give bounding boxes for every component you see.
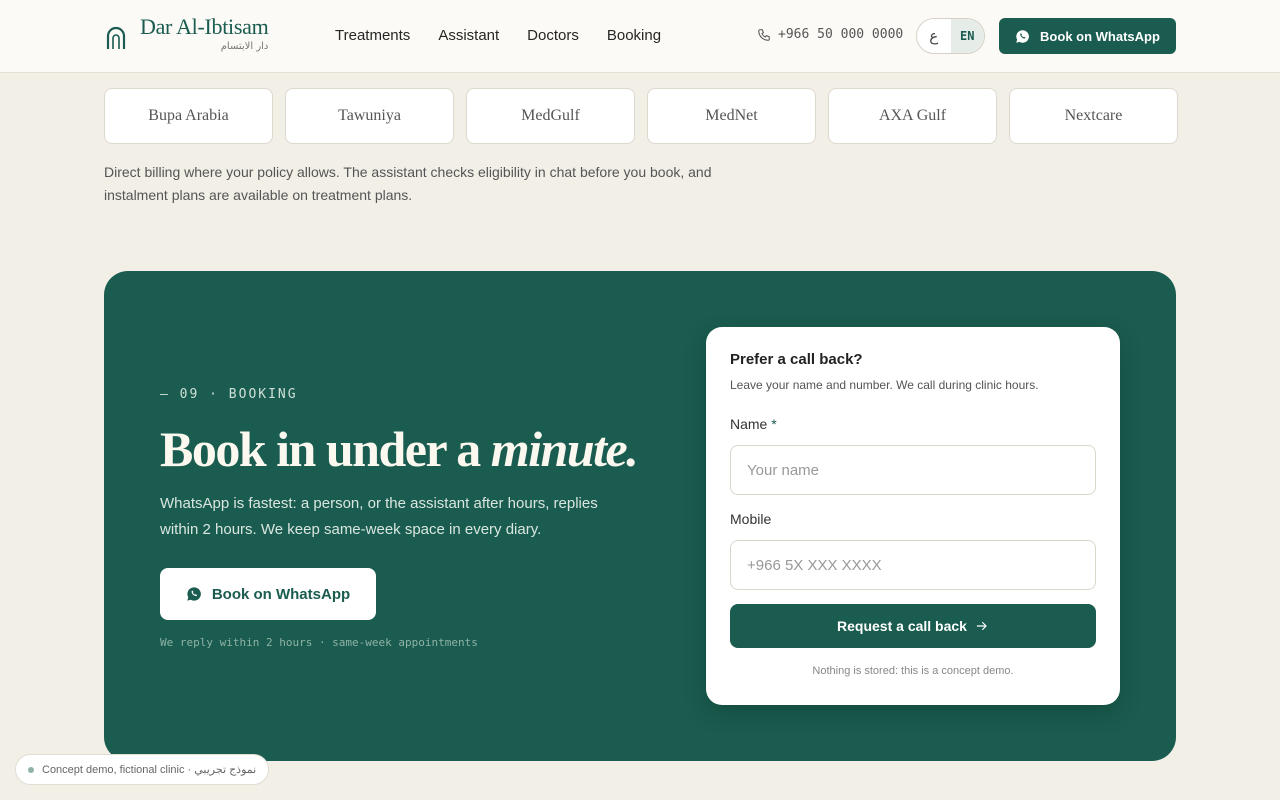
booking-lede: WhatsApp is fastest: a person, or the as… xyxy=(160,495,598,538)
phone-number: +966 50 000 0000 xyxy=(778,27,904,42)
request-callback-button[interactable]: Request a call back xyxy=(730,604,1096,648)
nav-item-assistant[interactable]: Assistant xyxy=(438,26,499,46)
name-label: Name * xyxy=(730,416,777,432)
callback-form: Prefer a call back? Leave your name and … xyxy=(706,327,1120,705)
header-whatsapp-button[interactable]: Book on WhatsApp xyxy=(999,18,1176,54)
brand-name: Dar Al-Ibtisam xyxy=(140,14,269,39)
nav-item-booking[interactable]: Booking xyxy=(607,26,661,46)
section-eyebrow: — 09 · BOOKING xyxy=(160,387,298,402)
headline-emphasis: minute. xyxy=(490,421,639,477)
booking-headline: Book in under a minute. xyxy=(160,419,639,479)
lang-option-english[interactable]: EN xyxy=(950,19,984,53)
demo-badge: Concept demo, fictional clinic · نموذج ت… xyxy=(15,754,270,785)
lang-option-arabic[interactable]: ع xyxy=(917,19,951,53)
nav-item-doctors[interactable]: Doctors xyxy=(527,26,579,46)
callback-title: Prefer a call back? xyxy=(730,351,863,368)
insurer-card: MedNet xyxy=(647,88,816,144)
language-toggle[interactable]: ع EN xyxy=(916,18,985,54)
booking-section: — 09 · BOOKING Book in under a minute. W… xyxy=(104,271,1176,761)
phone-link[interactable]: +966 50 000 0000 xyxy=(757,27,903,42)
insurer-card: MedGulf xyxy=(466,88,635,144)
mobile-label: Mobile xyxy=(730,511,772,527)
main-nav: Treatments Assistant Doctors Booking xyxy=(335,26,661,46)
arrow-right-icon xyxy=(976,621,987,631)
header-whatsapp-label: Book on WhatsApp xyxy=(1040,28,1160,44)
name-label-text: Name xyxy=(730,416,768,432)
request-callback-label: Request a call back xyxy=(837,618,967,634)
booking-whatsapp-label: Book on WhatsApp xyxy=(211,585,351,603)
name-input[interactable] xyxy=(730,445,1096,495)
nav-item-treatments[interactable]: Treatments xyxy=(335,26,410,46)
status-dot xyxy=(28,766,34,773)
site-header: Dar Al-Ibtisam دار الابتسام Treatments A… xyxy=(0,0,1280,73)
insurer-note: Direct billing where your policy allows.… xyxy=(104,164,712,203)
brand-name-arabic: دار الابتسام xyxy=(220,41,269,52)
whatsapp-icon xyxy=(1016,29,1029,43)
insurer-card: Bupa Arabia xyxy=(104,88,273,144)
arch-logo-icon xyxy=(106,26,126,49)
insurer-card: AXA Gulf xyxy=(828,88,997,144)
insurer-card: Tawuniya xyxy=(285,88,454,144)
insurer-card: Nextcare xyxy=(1009,88,1178,144)
demo-badge-text: Concept demo, fictional clinic · نموذج ت… xyxy=(42,764,257,776)
booking-whatsapp-button[interactable]: Book on WhatsApp xyxy=(160,568,376,620)
insurer-list: Bupa Arabia Tawuniya MedGulf MedNet AXA … xyxy=(104,88,1178,144)
phone-icon xyxy=(758,28,770,41)
callback-subtitle: Leave your name and number. We call duri… xyxy=(730,378,1039,392)
required-marker: * xyxy=(771,416,777,432)
mobile-input[interactable] xyxy=(730,540,1096,590)
whatsapp-icon xyxy=(187,587,201,601)
booking-note: We reply within 2 hours · same-week appo… xyxy=(160,636,478,649)
callback-note: Nothing is stored: this is a concept dem… xyxy=(812,665,1014,677)
brand-logo[interactable]: Dar Al-Ibtisam دار الابتسام xyxy=(104,14,269,54)
headline-text: Book in under a xyxy=(160,421,491,477)
